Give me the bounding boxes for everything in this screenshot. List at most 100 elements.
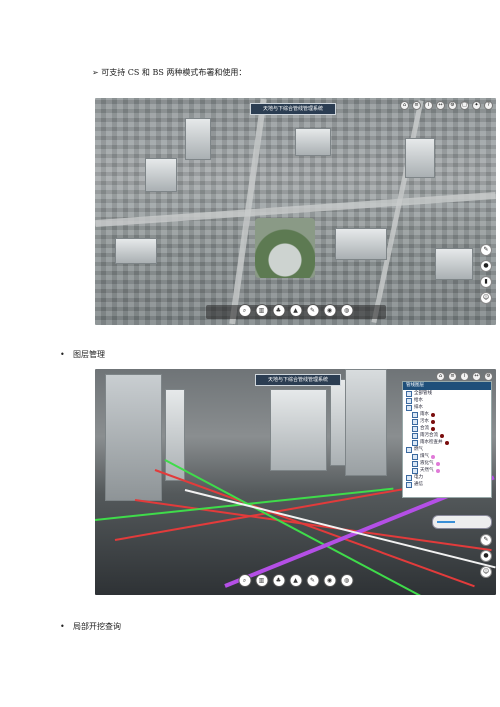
layer-label: 排水 — [414, 405, 423, 410]
bottom-toolbar: ⌕ ▥ ♣ ▲ ✎ ◉ ◍ — [238, 304, 353, 317]
layer-color-swatch — [431, 419, 435, 424]
pin-icon[interactable]: ● — [480, 550, 492, 562]
layer-checkbox[interactable] — [412, 467, 418, 474]
layer-item[interactable]: 给水 — [403, 397, 491, 404]
layer-checkbox[interactable] — [406, 481, 412, 488]
layer-item[interactable]: 污水 — [403, 418, 491, 425]
layer-item[interactable]: 通信 — [403, 481, 491, 488]
edit-icon[interactable]: ✎ — [480, 534, 492, 546]
slider-fill — [437, 521, 455, 523]
tree-icon[interactable]: ♣ — [272, 574, 285, 587]
bullet-layer-management: 图层管理 — [73, 350, 105, 359]
layer-item[interactable]: 雨水 — [403, 411, 491, 418]
layer-checkbox[interactable] — [412, 460, 418, 467]
app-title-bar: 天地与下综合管线管理系统 — [250, 103, 336, 115]
globe-icon[interactable]: ◍ — [340, 574, 353, 587]
layer-label: 合流 — [420, 426, 429, 431]
chart-icon[interactable]: ▥ — [255, 574, 268, 587]
layer-panel-title: 管线图层 — [403, 382, 491, 390]
layer-label: 污水 — [420, 419, 429, 424]
app-title-bar-2: 天地与下综合管线管理系统 — [255, 374, 341, 386]
compass-icon[interactable]: ✦ — [472, 101, 481, 110]
layer-checkbox[interactable] — [406, 390, 412, 397]
person-icon[interactable]: ☺ — [480, 566, 492, 578]
building — [270, 389, 327, 471]
transparency-slider[interactable] — [432, 515, 492, 529]
layer-label: 雨污合流 — [420, 433, 438, 438]
layer-label: 通信 — [414, 482, 423, 487]
layer-item[interactable]: 电力 — [403, 474, 491, 481]
camera-icon[interactable]: ◉ — [323, 574, 336, 587]
pen-icon[interactable]: ✎ — [306, 574, 319, 587]
top-icon-bar-2: ⌂ ≡ i ↔ ⚙ — [436, 372, 493, 381]
building-icon[interactable]: ▲ — [289, 574, 302, 587]
city-3d-screenshot: 天地与下综合管线管理系统 ⌂ ≡ i ↔ ⚙ □ ✦ ? ✎ ● ▮ ☺ ⌕ ▥… — [95, 98, 496, 325]
settings-icon[interactable]: ⚙ — [484, 372, 493, 381]
building-icon[interactable]: ▲ — [289, 304, 302, 317]
layer-checkbox[interactable] — [412, 425, 418, 432]
zoom-icon[interactable]: ⌕ — [238, 304, 251, 317]
layer-item[interactable]: 雨污合流 — [403, 432, 491, 439]
layer-label: 煤气 — [420, 454, 429, 459]
layer-checkbox[interactable] — [406, 474, 412, 481]
side-icon-bar-2: ✎ ● ☺ — [480, 534, 492, 578]
bullet-symbol-2: • — [60, 622, 65, 631]
building — [345, 369, 387, 476]
layer-color-swatch — [435, 468, 440, 473]
layer-item[interactable]: 煤气 — [403, 453, 491, 460]
info-icon[interactable]: i — [424, 101, 433, 110]
camera-icon[interactable]: ◉ — [323, 304, 336, 317]
bullet-local-excavation: 局部开挖查询 — [73, 622, 121, 631]
measure-icon[interactable]: ↔ — [472, 372, 481, 381]
zoom-icon[interactable]: ⌕ — [238, 574, 251, 587]
pen-icon[interactable]: ✎ — [306, 304, 319, 317]
layer-checkbox[interactable] — [412, 418, 418, 425]
tree-icon[interactable]: ♣ — [272, 304, 285, 317]
layer-checkbox[interactable] — [412, 411, 418, 418]
settings-icon[interactable]: ⚙ — [448, 101, 457, 110]
bullet-symbol: • — [60, 350, 65, 359]
chart-icon[interactable]: ▥ — [255, 304, 268, 317]
layer-item[interactable]: 燃气 — [403, 446, 491, 453]
layer-item[interactable]: 排水 — [403, 404, 491, 411]
layer-checkbox[interactable] — [406, 446, 412, 453]
measure-icon[interactable]: ↔ — [436, 101, 445, 110]
fullscreen-icon[interactable]: □ — [460, 101, 469, 110]
layer-item[interactable]: 液化气 — [403, 460, 491, 467]
info-icon[interactable]: i — [460, 372, 469, 381]
top-icon-bar: ⌂ ≡ i ↔ ⚙ □ ✦ ? — [400, 101, 493, 110]
layer-label: 燃气 — [414, 447, 423, 452]
cross-road-2 — [371, 99, 424, 324]
edit-icon[interactable]: ✎ — [480, 244, 492, 256]
cylinder-icon[interactable]: ▮ — [480, 276, 492, 288]
layer-checkbox[interactable] — [412, 453, 418, 460]
layer-panel: 管线图层 全部管线 给水 排水 雨水 污水合流雨污合流 雨水检查井 燃气煤气液化气 天然气 电力… — [402, 381, 492, 498]
layer-item[interactable]: 天然气 — [403, 467, 491, 474]
building — [115, 238, 157, 264]
building — [435, 248, 473, 280]
layer-item[interactable]: 全部管线 — [403, 390, 491, 397]
building — [295, 128, 331, 156]
building — [185, 118, 211, 160]
person-icon[interactable]: ☺ — [480, 292, 492, 304]
pipe-3d-screenshot: 天地与下综合管线管理系统 ⌂ ≡ i ↔ ⚙ 管线图层 全部管线 给水 排水 雨水 污水… — [95, 369, 496, 595]
layer-label: 电力 — [414, 475, 423, 480]
layers-icon[interactable]: ≡ — [448, 372, 457, 381]
home-icon[interactable]: ⌂ — [400, 101, 409, 110]
layer-item[interactable]: 合流 — [403, 425, 491, 432]
globe-icon[interactable]: ◍ — [340, 304, 353, 317]
home-icon[interactable]: ⌂ — [436, 372, 445, 381]
layer-checkbox[interactable] — [406, 397, 412, 404]
pin-icon[interactable]: ● — [480, 260, 492, 272]
layer-item[interactable]: 雨水检查井 — [403, 439, 491, 446]
building — [335, 228, 387, 260]
layer-checkbox[interactable] — [406, 404, 412, 411]
help-icon[interactable]: ? — [484, 101, 493, 110]
layer-label: 液化气 — [420, 461, 434, 466]
central-plaza — [255, 218, 315, 278]
layers-icon[interactable]: ≡ — [412, 101, 421, 110]
layer-checkbox[interactable] — [412, 432, 418, 439]
intro-line: ➢ 可支持 CS 和 BS 两种模式布署和使用： — [92, 68, 247, 77]
layer-checkbox[interactable] — [412, 439, 418, 446]
layer-color-swatch — [431, 454, 435, 459]
